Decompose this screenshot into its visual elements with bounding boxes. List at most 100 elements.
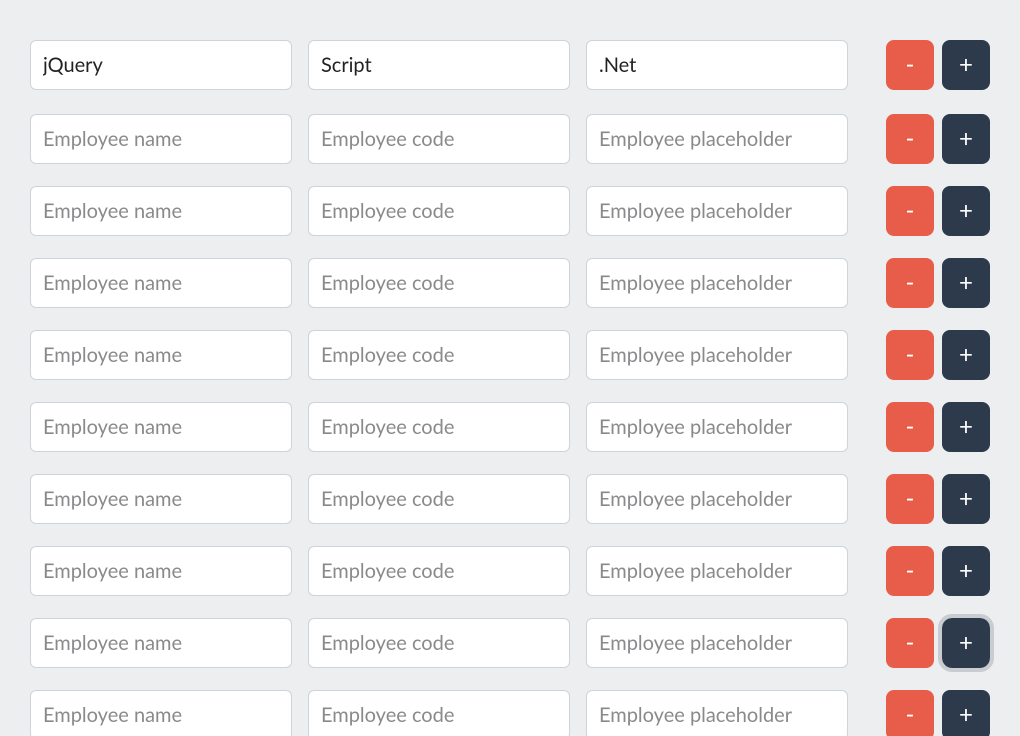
row-actions: -+	[886, 474, 990, 524]
remove-row-button[interactable]: -	[886, 186, 934, 236]
add-row-button[interactable]: +	[942, 618, 990, 668]
remove-row-button[interactable]: -	[886, 40, 934, 90]
form-cell	[308, 690, 570, 736]
employee-extra-field[interactable]	[586, 114, 848, 164]
form-cell	[586, 40, 848, 90]
form-container: -+-+-+-+-+-+-+-+-+-+	[0, 0, 1020, 736]
form-cell	[308, 114, 570, 164]
form-row: -+	[30, 546, 990, 596]
employee-code-field[interactable]	[308, 402, 570, 452]
row-actions: -+	[886, 618, 990, 668]
form-cell	[30, 402, 292, 452]
row-actions: -+	[886, 40, 990, 90]
form-cell	[30, 546, 292, 596]
form-cell	[30, 618, 292, 668]
form-cell	[308, 474, 570, 524]
employee-name-field[interactable]	[30, 546, 292, 596]
add-row-button[interactable]: +	[942, 186, 990, 236]
remove-row-button[interactable]: -	[886, 546, 934, 596]
remove-row-button[interactable]: -	[886, 330, 934, 380]
form-cell	[30, 114, 292, 164]
add-row-button[interactable]: +	[942, 690, 990, 736]
form-cell	[586, 114, 848, 164]
employee-code-field[interactable]	[308, 114, 570, 164]
form-row: -+	[30, 114, 990, 164]
row-actions: -+	[886, 258, 990, 308]
form-cell	[308, 330, 570, 380]
row-actions: -+	[886, 690, 990, 736]
add-row-button[interactable]: +	[942, 40, 990, 90]
remove-row-button[interactable]: -	[886, 690, 934, 736]
form-cell	[30, 474, 292, 524]
employee-name-field[interactable]	[30, 618, 292, 668]
employee-code-field[interactable]	[308, 618, 570, 668]
add-row-button[interactable]: +	[942, 546, 990, 596]
add-row-button[interactable]: +	[942, 474, 990, 524]
employee-code-field[interactable]	[308, 258, 570, 308]
form-row: -+	[30, 474, 990, 524]
form-cell	[30, 330, 292, 380]
form-cell	[308, 618, 570, 668]
add-row-button[interactable]: +	[942, 258, 990, 308]
employee-extra-field[interactable]	[586, 690, 848, 736]
row-actions: -+	[886, 546, 990, 596]
remove-row-button[interactable]: -	[886, 474, 934, 524]
form-row: -+	[30, 330, 990, 380]
employee-name-field[interactable]	[30, 114, 292, 164]
form-cell	[586, 474, 848, 524]
employee-name-field[interactable]	[30, 690, 292, 736]
form-cell	[30, 690, 292, 736]
employee-name-field[interactable]	[30, 186, 292, 236]
remove-row-button[interactable]: -	[886, 258, 934, 308]
remove-row-button[interactable]: -	[886, 114, 934, 164]
employee-extra-field[interactable]	[586, 186, 848, 236]
form-row: -+	[30, 258, 990, 308]
employee-code-field[interactable]	[308, 474, 570, 524]
form-cell	[586, 618, 848, 668]
row-actions: -+	[886, 330, 990, 380]
row-actions: -+	[886, 114, 990, 164]
employee-code-field[interactable]	[308, 186, 570, 236]
form-cell	[30, 258, 292, 308]
employee-extra-field[interactable]	[586, 618, 848, 668]
form-row: -+	[30, 690, 990, 736]
form-row: -+	[30, 618, 990, 668]
add-row-button[interactable]: +	[942, 114, 990, 164]
employee-name-field[interactable]	[30, 40, 292, 90]
add-row-button[interactable]: +	[942, 330, 990, 380]
employee-extra-field[interactable]	[586, 258, 848, 308]
row-actions: -+	[886, 186, 990, 236]
form-cell	[308, 402, 570, 452]
form-cell	[586, 402, 848, 452]
employee-extra-field[interactable]	[586, 546, 848, 596]
form-cell	[586, 258, 848, 308]
form-cell	[308, 186, 570, 236]
form-cell	[586, 186, 848, 236]
employee-code-field[interactable]	[308, 690, 570, 736]
employee-code-field[interactable]	[308, 546, 570, 596]
employee-extra-field[interactable]	[586, 330, 848, 380]
employee-name-field[interactable]	[30, 402, 292, 452]
employee-extra-field[interactable]	[586, 474, 848, 524]
employee-code-field[interactable]	[308, 330, 570, 380]
employee-extra-field[interactable]	[586, 40, 848, 90]
form-cell	[308, 258, 570, 308]
form-row: -+	[30, 186, 990, 236]
form-row: -+	[30, 40, 990, 90]
employee-name-field[interactable]	[30, 258, 292, 308]
employee-name-field[interactable]	[30, 330, 292, 380]
employee-name-field[interactable]	[30, 474, 292, 524]
form-row: -+	[30, 402, 990, 452]
form-cell	[30, 186, 292, 236]
employee-code-field[interactable]	[308, 40, 570, 90]
remove-row-button[interactable]: -	[886, 618, 934, 668]
form-cell	[308, 546, 570, 596]
form-cell	[586, 330, 848, 380]
add-row-button[interactable]: +	[942, 402, 990, 452]
employee-extra-field[interactable]	[586, 402, 848, 452]
form-cell	[586, 690, 848, 736]
form-cell	[586, 546, 848, 596]
remove-row-button[interactable]: -	[886, 402, 934, 452]
form-cell	[30, 40, 292, 90]
row-actions: -+	[886, 402, 990, 452]
